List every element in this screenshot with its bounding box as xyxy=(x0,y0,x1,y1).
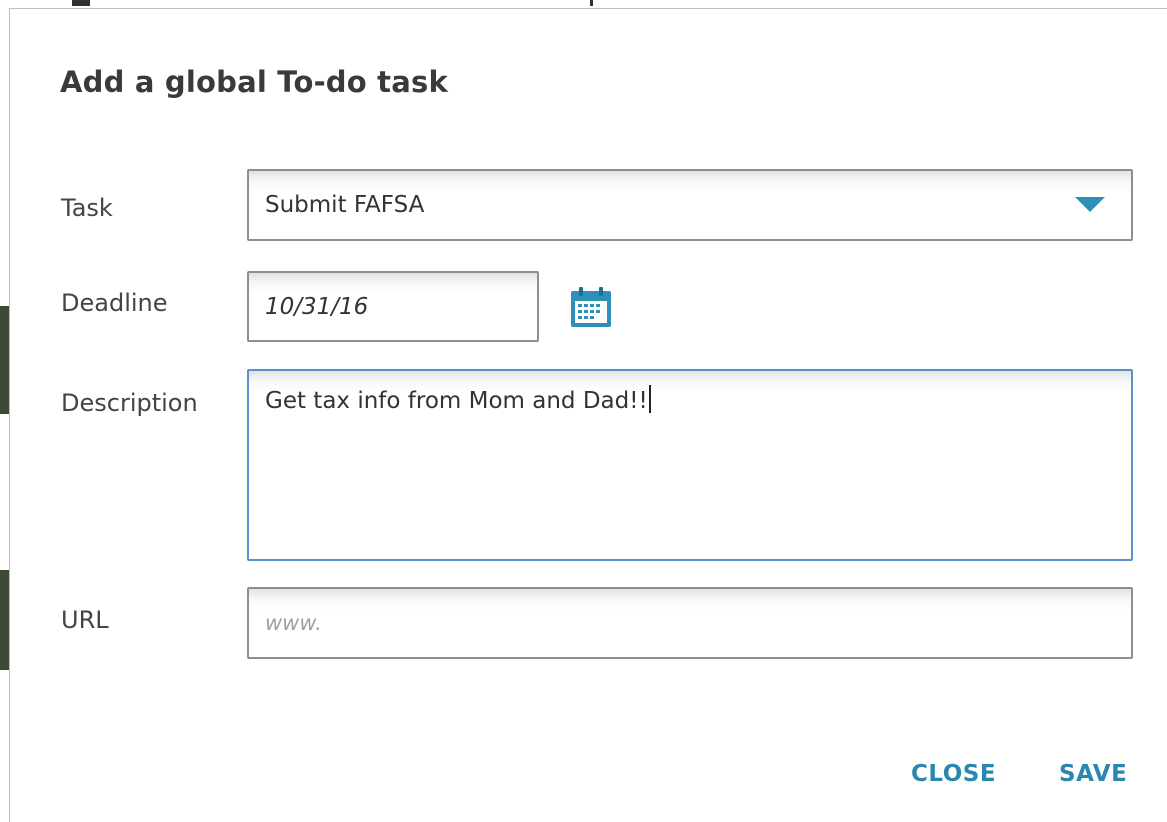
close-button[interactable]: CLOSE xyxy=(911,761,996,787)
background-decoration xyxy=(0,570,9,670)
description-label: Description xyxy=(61,389,198,417)
save-button[interactable]: SAVE xyxy=(1059,761,1127,787)
add-todo-dialog: Add a global To-do task Task Submit FAFS… xyxy=(9,8,1167,822)
url-placeholder: www. xyxy=(265,611,322,635)
background-decoration xyxy=(590,0,593,6)
dialog-title: Add a global To-do task xyxy=(60,65,448,99)
deadline-input[interactable]: 10/31/16 xyxy=(247,271,539,342)
calendar-icon-graphic xyxy=(571,287,611,327)
description-value: Get tax info from Mom and Dad!! xyxy=(265,385,651,414)
chevron-down-icon[interactable] xyxy=(1075,197,1105,212)
description-textarea[interactable]: Get tax info from Mom and Dad!! xyxy=(247,369,1133,561)
task-select[interactable]: Submit FAFSA xyxy=(247,169,1133,241)
background-decoration xyxy=(72,0,90,6)
background-page-edge xyxy=(0,0,9,822)
calendar-icon[interactable] xyxy=(569,285,613,329)
deadline-value: 10/31/16 xyxy=(265,293,369,320)
background-decoration xyxy=(0,306,9,414)
task-label: Task xyxy=(61,194,113,222)
url-label: URL xyxy=(61,606,109,634)
deadline-label: Deadline xyxy=(61,289,168,317)
text-cursor xyxy=(648,385,651,413)
url-input[interactable]: www. xyxy=(247,587,1133,659)
task-selected-value: Submit FAFSA xyxy=(265,192,425,218)
description-text: Get tax info from Mom and Dad!! xyxy=(265,388,648,414)
